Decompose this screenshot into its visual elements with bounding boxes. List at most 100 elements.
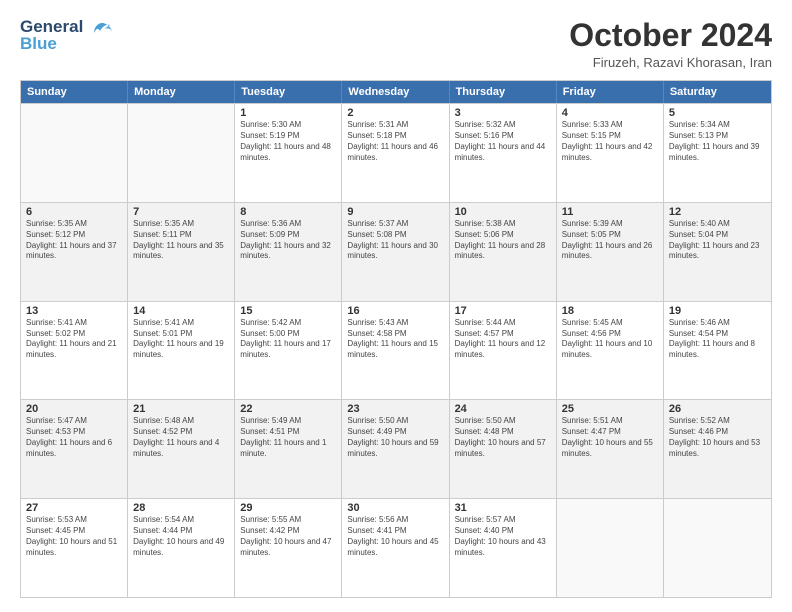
cell-info: Sunrise: 5:49 AMSunset: 4:51 PMDaylight:… xyxy=(240,416,336,459)
cell-info: Sunrise: 5:45 AMSunset: 4:56 PMDaylight:… xyxy=(562,318,658,361)
header: General Blue October 2024 Firuzeh, Razav… xyxy=(20,18,772,70)
table-cell: 9Sunrise: 5:37 AMSunset: 5:08 PMDaylight… xyxy=(342,203,449,301)
cell-info: Sunrise: 5:31 AMSunset: 5:18 PMDaylight:… xyxy=(347,120,443,163)
table-cell: 17Sunrise: 5:44 AMSunset: 4:57 PMDayligh… xyxy=(450,302,557,400)
header-sunday: Sunday xyxy=(21,81,128,103)
cell-day-number: 13 xyxy=(26,305,122,317)
cell-day-number: 16 xyxy=(347,305,443,317)
week-row-3: 13Sunrise: 5:41 AMSunset: 5:02 PMDayligh… xyxy=(21,301,771,400)
cell-day-number: 1 xyxy=(240,107,336,119)
cell-info: Sunrise: 5:35 AMSunset: 5:11 PMDaylight:… xyxy=(133,219,229,262)
cell-day-number: 2 xyxy=(347,107,443,119)
logo-blue: Blue xyxy=(20,35,83,52)
header-saturday: Saturday xyxy=(664,81,771,103)
cell-day-number: 18 xyxy=(562,305,658,317)
calendar-body: 1Sunrise: 5:30 AMSunset: 5:19 PMDaylight… xyxy=(21,103,771,597)
calendar: Sunday Monday Tuesday Wednesday Thursday… xyxy=(20,80,772,598)
cell-day-number: 11 xyxy=(562,206,658,218)
table-cell: 30Sunrise: 5:56 AMSunset: 4:41 PMDayligh… xyxy=(342,499,449,597)
cell-day-number: 30 xyxy=(347,502,443,514)
cell-day-number: 6 xyxy=(26,206,122,218)
cell-info: Sunrise: 5:47 AMSunset: 4:53 PMDaylight:… xyxy=(26,416,122,459)
calendar-header: Sunday Monday Tuesday Wednesday Thursday… xyxy=(21,81,771,103)
table-cell: 20Sunrise: 5:47 AMSunset: 4:53 PMDayligh… xyxy=(21,400,128,498)
page: General Blue October 2024 Firuzeh, Razav… xyxy=(0,0,792,612)
cell-info: Sunrise: 5:48 AMSunset: 4:52 PMDaylight:… xyxy=(133,416,229,459)
table-cell: 5Sunrise: 5:34 AMSunset: 5:13 PMDaylight… xyxy=(664,104,771,202)
cell-info: Sunrise: 5:50 AMSunset: 4:49 PMDaylight:… xyxy=(347,416,443,459)
title-block: October 2024 Firuzeh, Razavi Khorasan, I… xyxy=(569,18,772,70)
table-cell: 25Sunrise: 5:51 AMSunset: 4:47 PMDayligh… xyxy=(557,400,664,498)
cell-info: Sunrise: 5:51 AMSunset: 4:47 PMDaylight:… xyxy=(562,416,658,459)
table-cell: 2Sunrise: 5:31 AMSunset: 5:18 PMDaylight… xyxy=(342,104,449,202)
table-cell: 28Sunrise: 5:54 AMSunset: 4:44 PMDayligh… xyxy=(128,499,235,597)
cell-day-number: 31 xyxy=(455,502,551,514)
table-cell: 12Sunrise: 5:40 AMSunset: 5:04 PMDayligh… xyxy=(664,203,771,301)
cell-day-number: 12 xyxy=(669,206,766,218)
table-cell: 4Sunrise: 5:33 AMSunset: 5:15 PMDaylight… xyxy=(557,104,664,202)
cell-info: Sunrise: 5:35 AMSunset: 5:12 PMDaylight:… xyxy=(26,219,122,262)
table-cell: 24Sunrise: 5:50 AMSunset: 4:48 PMDayligh… xyxy=(450,400,557,498)
header-monday: Monday xyxy=(128,81,235,103)
table-cell: 11Sunrise: 5:39 AMSunset: 5:05 PMDayligh… xyxy=(557,203,664,301)
table-cell: 21Sunrise: 5:48 AMSunset: 4:52 PMDayligh… xyxy=(128,400,235,498)
logo-icon xyxy=(88,19,116,52)
cell-day-number: 29 xyxy=(240,502,336,514)
cell-info: Sunrise: 5:39 AMSunset: 5:05 PMDaylight:… xyxy=(562,219,658,262)
table-cell: 14Sunrise: 5:41 AMSunset: 5:01 PMDayligh… xyxy=(128,302,235,400)
cell-info: Sunrise: 5:34 AMSunset: 5:13 PMDaylight:… xyxy=(669,120,766,163)
cell-day-number: 17 xyxy=(455,305,551,317)
table-cell: 29Sunrise: 5:55 AMSunset: 4:42 PMDayligh… xyxy=(235,499,342,597)
table-cell: 16Sunrise: 5:43 AMSunset: 4:58 PMDayligh… xyxy=(342,302,449,400)
logo: General Blue xyxy=(20,18,116,52)
cell-info: Sunrise: 5:42 AMSunset: 5:00 PMDaylight:… xyxy=(240,318,336,361)
table-cell: 27Sunrise: 5:53 AMSunset: 4:45 PMDayligh… xyxy=(21,499,128,597)
table-cell xyxy=(128,104,235,202)
cell-info: Sunrise: 5:37 AMSunset: 5:08 PMDaylight:… xyxy=(347,219,443,262)
table-cell: 3Sunrise: 5:32 AMSunset: 5:16 PMDaylight… xyxy=(450,104,557,202)
cell-info: Sunrise: 5:54 AMSunset: 4:44 PMDaylight:… xyxy=(133,515,229,558)
week-row-2: 6Sunrise: 5:35 AMSunset: 5:12 PMDaylight… xyxy=(21,202,771,301)
cell-info: Sunrise: 5:32 AMSunset: 5:16 PMDaylight:… xyxy=(455,120,551,163)
week-row-5: 27Sunrise: 5:53 AMSunset: 4:45 PMDayligh… xyxy=(21,498,771,597)
cell-info: Sunrise: 5:56 AMSunset: 4:41 PMDaylight:… xyxy=(347,515,443,558)
cell-info: Sunrise: 5:41 AMSunset: 5:01 PMDaylight:… xyxy=(133,318,229,361)
cell-day-number: 19 xyxy=(669,305,766,317)
table-cell: 7Sunrise: 5:35 AMSunset: 5:11 PMDaylight… xyxy=(128,203,235,301)
table-cell: 31Sunrise: 5:57 AMSunset: 4:40 PMDayligh… xyxy=(450,499,557,597)
table-cell: 1Sunrise: 5:30 AMSunset: 5:19 PMDaylight… xyxy=(235,104,342,202)
header-wednesday: Wednesday xyxy=(342,81,449,103)
table-cell xyxy=(557,499,664,597)
table-cell: 10Sunrise: 5:38 AMSunset: 5:06 PMDayligh… xyxy=(450,203,557,301)
table-cell: 19Sunrise: 5:46 AMSunset: 4:54 PMDayligh… xyxy=(664,302,771,400)
cell-info: Sunrise: 5:38 AMSunset: 5:06 PMDaylight:… xyxy=(455,219,551,262)
cell-day-number: 21 xyxy=(133,403,229,415)
cell-info: Sunrise: 5:46 AMSunset: 4:54 PMDaylight:… xyxy=(669,318,766,361)
cell-day-number: 28 xyxy=(133,502,229,514)
table-cell: 6Sunrise: 5:35 AMSunset: 5:12 PMDaylight… xyxy=(21,203,128,301)
table-cell: 26Sunrise: 5:52 AMSunset: 4:46 PMDayligh… xyxy=(664,400,771,498)
cell-day-number: 4 xyxy=(562,107,658,119)
cell-day-number: 26 xyxy=(669,403,766,415)
cell-day-number: 8 xyxy=(240,206,336,218)
location: Firuzeh, Razavi Khorasan, Iran xyxy=(569,55,772,70)
cell-day-number: 7 xyxy=(133,206,229,218)
table-cell: 22Sunrise: 5:49 AMSunset: 4:51 PMDayligh… xyxy=(235,400,342,498)
week-row-1: 1Sunrise: 5:30 AMSunset: 5:19 PMDaylight… xyxy=(21,103,771,202)
cell-day-number: 24 xyxy=(455,403,551,415)
cell-info: Sunrise: 5:57 AMSunset: 4:40 PMDaylight:… xyxy=(455,515,551,558)
table-cell: 8Sunrise: 5:36 AMSunset: 5:09 PMDaylight… xyxy=(235,203,342,301)
cell-day-number: 9 xyxy=(347,206,443,218)
cell-day-number: 25 xyxy=(562,403,658,415)
cell-info: Sunrise: 5:36 AMSunset: 5:09 PMDaylight:… xyxy=(240,219,336,262)
cell-info: Sunrise: 5:50 AMSunset: 4:48 PMDaylight:… xyxy=(455,416,551,459)
cell-info: Sunrise: 5:55 AMSunset: 4:42 PMDaylight:… xyxy=(240,515,336,558)
cell-day-number: 5 xyxy=(669,107,766,119)
cell-info: Sunrise: 5:52 AMSunset: 4:46 PMDaylight:… xyxy=(669,416,766,459)
cell-info: Sunrise: 5:44 AMSunset: 4:57 PMDaylight:… xyxy=(455,318,551,361)
cell-info: Sunrise: 5:41 AMSunset: 5:02 PMDaylight:… xyxy=(26,318,122,361)
cell-info: Sunrise: 5:53 AMSunset: 4:45 PMDaylight:… xyxy=(26,515,122,558)
table-cell: 23Sunrise: 5:50 AMSunset: 4:49 PMDayligh… xyxy=(342,400,449,498)
header-tuesday: Tuesday xyxy=(235,81,342,103)
month-title: October 2024 xyxy=(569,18,772,53)
